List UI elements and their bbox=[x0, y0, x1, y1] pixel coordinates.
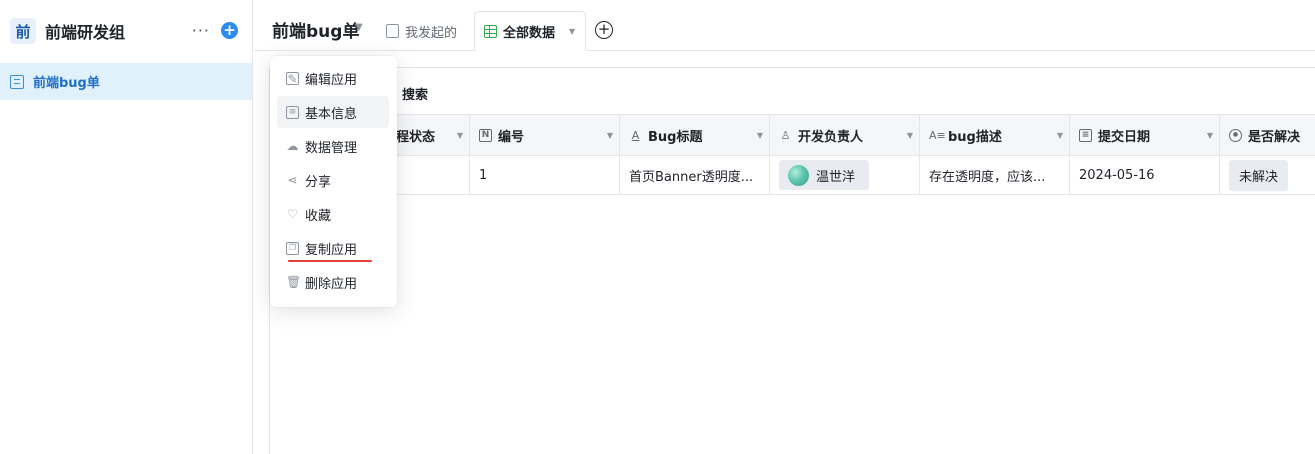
person-name: 温世洋 bbox=[816, 169, 856, 185]
data-table: 程状态 ▼ N 编号 ▼ A Bug标题 ▼ ♙ 开发负责人 ▼ A≡ bug描… bbox=[270, 114, 1315, 195]
person-chip[interactable]: 温世洋 bbox=[779, 160, 870, 190]
app-title[interactable]: 前端bug单 bbox=[272, 17, 359, 42]
cell-bug-title[interactable]: 首页Banner透明度... bbox=[620, 156, 770, 194]
tab-label: 全部数据 bbox=[503, 25, 556, 41]
avatar bbox=[788, 164, 809, 186]
tab-all-data[interactable]: 全部数据 ▼ bbox=[474, 11, 586, 51]
app-menu-caret-icon[interactable]: ▼ bbox=[355, 22, 363, 33]
column-header-label: 开发负责人 bbox=[798, 129, 864, 145]
grid-icon bbox=[484, 24, 497, 38]
info-icon: ≡ bbox=[286, 105, 299, 119]
menu-item-edit-app[interactable]: ✎ 编辑应用 bbox=[277, 62, 389, 94]
sidebar-item-label: 前端bug单 bbox=[33, 76, 100, 91]
column-header-number[interactable]: N 编号 ▼ bbox=[470, 115, 620, 155]
menu-item-data-management[interactable]: ☁ 数据管理 bbox=[277, 130, 389, 162]
app-topbar: 前端bug单 ▼ 我发起的 全部数据 ▼ + bbox=[254, 0, 1315, 51]
chevron-down-icon[interactable]: ▼ bbox=[907, 131, 913, 140]
tab-my-submissions[interactable]: 我发起的 bbox=[386, 11, 457, 51]
menu-item-share[interactable]: ⋖ 分享 bbox=[277, 164, 389, 196]
cell-description[interactable]: 存在透明度，应该... bbox=[920, 156, 1070, 194]
sidebar-item-bug-list[interactable]: 前端bug单 bbox=[0, 63, 252, 100]
form-icon bbox=[10, 74, 24, 89]
copy-icon: ❐ bbox=[286, 241, 299, 255]
menu-item-label: 删除应用 bbox=[305, 276, 358, 292]
form-edit-icon bbox=[386, 24, 399, 38]
cell-date[interactable]: 2024-05-16 bbox=[1070, 156, 1220, 194]
annotation-underline bbox=[288, 260, 372, 262]
content-area: 搜索 程状态 ▼ N 编号 ▼ A Bug标题 ▼ ♙ 开发负责人 ▼ A≡ b… bbox=[269, 67, 1315, 454]
search-button[interactable]: 搜索 bbox=[402, 84, 428, 103]
workspace-header: 前 前端研发组 ··· + bbox=[10, 17, 240, 45]
data-manage-icon: ☁ bbox=[286, 138, 299, 153]
column-header-label: 提交日期 bbox=[1098, 129, 1151, 145]
trash-icon: 🗑 bbox=[286, 274, 302, 289]
text-icon: A bbox=[631, 128, 640, 142]
menu-item-favorite[interactable]: ♡ 收藏 bbox=[277, 198, 389, 230]
column-header-owner[interactable]: ♙ 开发负责人 ▼ bbox=[770, 115, 920, 155]
chevron-down-icon[interactable]: ▼ bbox=[1057, 131, 1063, 140]
cell-resolved[interactable]: 未解决 bbox=[1220, 156, 1315, 194]
menu-item-basic-info[interactable]: ≡ 基本信息 bbox=[277, 96, 389, 128]
option-icon: ● bbox=[1229, 128, 1242, 142]
cell-number[interactable]: 1 bbox=[470, 156, 620, 194]
main-area: 前端bug单 ▼ 我发起的 全部数据 ▼ + 搜索 程状态 ▼ N 编号 ▼ A… bbox=[254, 0, 1315, 454]
heart-icon: ♡ bbox=[287, 206, 298, 221]
menu-item-delete-app[interactable]: 🗑 删除应用 bbox=[277, 266, 389, 298]
chevron-down-icon[interactable]: ▼ bbox=[607, 131, 613, 140]
add-app-icon[interactable]: + bbox=[221, 22, 238, 39]
workspace-logo: 前 bbox=[10, 18, 36, 44]
menu-item-label: 基本信息 bbox=[305, 106, 358, 122]
column-header-resolved[interactable]: ● 是否解决 bbox=[1220, 115, 1315, 155]
number-icon: N bbox=[479, 128, 492, 142]
add-tab-icon[interactable]: + bbox=[595, 21, 613, 39]
column-header-label: Bug标题 bbox=[648, 129, 703, 145]
column-header-bug-title[interactable]: A Bug标题 ▼ bbox=[620, 115, 770, 155]
date-icon: ≡ bbox=[1079, 128, 1092, 142]
cell-owner[interactable]: 温世洋 bbox=[770, 156, 920, 194]
sidebar: 前 前端研发组 ··· + 前端bug单 bbox=[0, 0, 253, 454]
menu-item-label: 编辑应用 bbox=[305, 72, 358, 88]
person-icon: ♙ bbox=[780, 128, 791, 142]
menu-item-label: 分享 bbox=[305, 174, 332, 190]
app-context-menu: ✎ 编辑应用 ≡ 基本信息 ☁ 数据管理 ⋖ 分享 ♡ 收藏 ❐ 复制应用 🗑 … bbox=[270, 56, 397, 307]
table-row[interactable]: 1 首页Banner透明度... 温世洋 存在透明度，应该... 2024-05… bbox=[270, 156, 1315, 195]
column-header-label: 是否解决 bbox=[1248, 129, 1301, 145]
column-header-description[interactable]: A≡ bug描述 ▼ bbox=[920, 115, 1070, 155]
column-header-label: 程状态 bbox=[396, 129, 436, 145]
menu-item-label: 复制应用 bbox=[305, 242, 358, 258]
column-header-label: bug描述 bbox=[948, 129, 1002, 145]
edit-icon: ✎ bbox=[286, 71, 299, 86]
column-header-date[interactable]: ≡ 提交日期 ▼ bbox=[1070, 115, 1220, 155]
menu-item-label: 收藏 bbox=[305, 208, 332, 224]
more-options-icon[interactable]: ··· bbox=[192, 21, 210, 40]
chevron-down-icon[interactable]: ▼ bbox=[1207, 131, 1213, 140]
column-header-label: 编号 bbox=[498, 129, 525, 145]
long-text-icon: A≡ bbox=[929, 128, 946, 142]
table-header: 程状态 ▼ N 编号 ▼ A Bug标题 ▼ ♙ 开发负责人 ▼ A≡ bug描… bbox=[270, 114, 1315, 156]
workspace-title[interactable]: 前端研发组 bbox=[45, 19, 125, 43]
tab-label: 我发起的 bbox=[405, 25, 458, 41]
share-icon: ⋖ bbox=[287, 172, 298, 187]
chevron-down-icon[interactable]: ▼ bbox=[757, 131, 763, 140]
chevron-down-icon[interactable]: ▼ bbox=[569, 27, 575, 36]
chevron-down-icon[interactable]: ▼ bbox=[457, 131, 463, 140]
menu-item-label: 数据管理 bbox=[305, 140, 358, 156]
status-badge: 未解决 bbox=[1229, 159, 1289, 191]
